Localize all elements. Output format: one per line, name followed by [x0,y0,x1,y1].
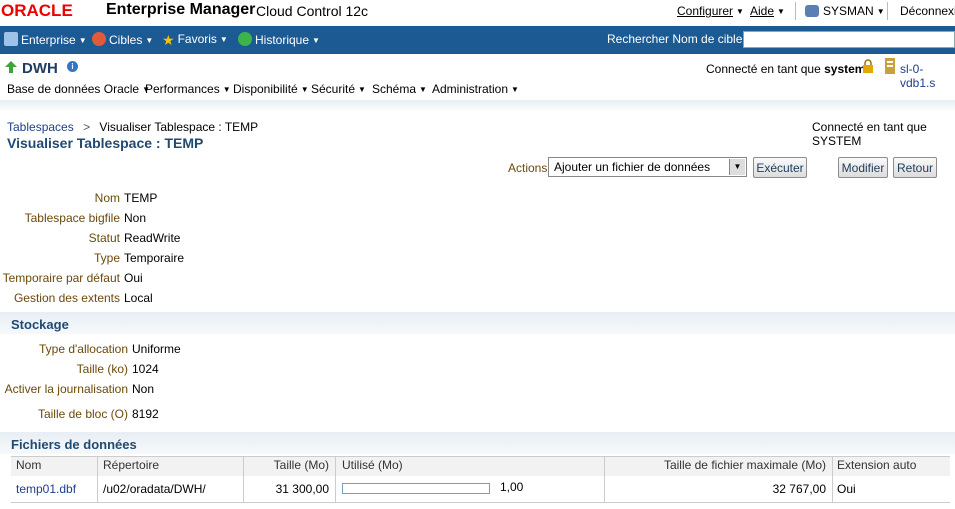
actions-select[interactable]: Ajouter un fichier de données ▼ [548,157,747,177]
prop-value: TEMP [124,191,158,205]
datafile-size: 31 300,00 [275,482,329,496]
logout-link[interactable]: Déconnexio [900,4,955,18]
chevron-down-icon[interactable]: ▼ [729,159,745,175]
prop-value: Temporaire [124,251,185,265]
datafile-max-size: 32 767,00 [772,482,826,496]
database-icon [885,58,895,74]
prop-label: Gestion des extents [13,291,120,305]
star-icon: ★ [162,32,175,48]
prop-label: Taille de bloc (O) [37,407,128,421]
prop-label: Taille (ko) [76,362,128,376]
main-nav-bar: Enterprise ▼ Cibles ▼ ★ Favoris ▼ Historique… [0,26,955,54]
column-header-autoextend[interactable]: Extension auto [837,458,916,472]
prop-label: Type [93,251,120,265]
datafiles-section-title: Fichiers de données [11,437,137,452]
user-icon [805,5,819,17]
host-link[interactable]: sl-0-vdb1.s [900,62,955,90]
datafile-autoextend: Oui [837,482,856,496]
prop-label: Statut [88,231,120,245]
configure-menu[interactable]: Configurer ▼ [677,4,744,18]
enterprise-icon [4,32,18,46]
datafiles-section-header [0,432,955,454]
prop-value: Non [132,382,155,396]
menu-administration[interactable]: Administration ▼ [432,82,519,96]
menu-availability[interactable]: Disponibilité ▼ [233,82,309,96]
back-button[interactable]: Retour [893,157,937,178]
datafile-directory: /u02/oradata/DWH/ [103,482,206,496]
menu-performance[interactable]: Performances ▼ [145,82,231,96]
nav-history[interactable]: Historique ▼ [238,32,320,47]
prop-value: Local [124,291,153,305]
column-header-used[interactable]: Utilisé (Mo) [342,458,403,472]
breadcrumb: Tablespaces > Visualiser Tablespace : TE… [7,120,259,134]
separator [887,2,888,20]
prop-label: Tablespace bigfile [24,211,120,225]
breadcrumb-tablespaces[interactable]: Tablespaces [7,120,74,134]
usage-bar [342,483,490,494]
prop-label: Temporaire par défaut [2,271,120,285]
prop-value: 8192 [132,407,159,421]
column-header-name[interactable]: Nom [16,458,41,472]
breadcrumb-current: Visualiser Tablespace : TEMP [99,120,259,134]
column-header-size[interactable]: Taille (Mo) [244,458,329,472]
user-menu[interactable]: SYSMAN ▼ [805,4,885,18]
prop-label: Type d'allocation [38,342,128,356]
page-title: Visualiser Tablespace : TEMP [7,135,204,151]
datafile-name-link[interactable]: temp01.dbf [16,482,76,496]
search-input[interactable] [743,31,955,48]
storage-section-title: Stockage [11,317,69,332]
target-name[interactable]: DWH [22,60,58,77]
storage-section-header [0,312,955,334]
prop-value: Non [124,211,147,225]
prop-value: Uniforme [132,342,181,356]
prop-label: Nom [94,191,120,205]
menu-oracle-database[interactable]: Base de données Oracle ▼ [7,82,150,96]
chevron-down-icon: ▼ [736,7,744,16]
actions-label: Actions [508,161,548,175]
connected-as-system: Connecté en tant que SYSTEM [812,120,927,148]
chevron-down-icon: ▼ [876,7,885,16]
column-header-max-size[interactable]: Taille de fichier maximale (Mo) [606,458,826,472]
oracle-logo: ORACLE [1,1,73,20]
history-icon [238,32,252,46]
lock-icon [863,59,873,73]
prop-value: Oui [124,271,143,285]
prop-value: ReadWrite [124,231,181,245]
chevron-down-icon: ▼ [777,7,785,16]
prop-label: Activer la journalisation [4,382,128,396]
nav-targets[interactable]: Cibles ▼ [92,32,153,47]
connected-as: Connecté en tant que system [706,62,866,76]
product-title: Enterprise Manager [106,1,256,18]
search-target-type-menu[interactable]: Rechercher Nom de cible▼ [607,32,753,46]
edition-title: Cloud Control 12c [256,3,369,19]
nav-favorites[interactable]: ★ Favoris ▼ [162,32,228,48]
datafile-used: 1,00 [500,480,524,494]
execute-button[interactable]: Exécuter [753,157,807,178]
header-divider [0,100,955,112]
help-menu[interactable]: Aide ▼ [750,4,785,18]
menu-security[interactable]: Sécurité ▼ [311,82,366,96]
separator [795,2,796,20]
menu-schema[interactable]: Schéma ▼ [372,82,427,96]
nav-enterprise[interactable]: Enterprise ▼ [4,32,87,47]
column-header-directory[interactable]: Répertoire [103,458,159,472]
target-icon [92,32,106,46]
modify-button[interactable]: Modifier [838,157,888,178]
info-icon[interactable]: i [67,61,78,72]
prop-value: 1024 [132,362,159,376]
target-up-icon [5,61,17,73]
